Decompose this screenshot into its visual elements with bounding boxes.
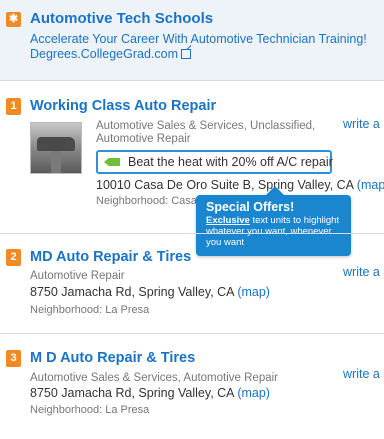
business-name-link[interactable]: Working Class Auto Repair [30,98,216,114]
neighborhood-text: Neighborhood: La Presa [30,304,150,316]
rank-badge: 3 [6,350,21,367]
divider [0,333,384,334]
address-street: 8750 Jamacha Rd, Spring Valley, CA [30,285,234,299]
neighborhood-text: Neighborhood: Casa [96,195,197,207]
tooltip-title: Special Offers! [206,200,295,214]
lift-graphic [51,151,61,173]
categories-text: Automotive Sales & Services, Unclassifie… [96,120,316,132]
categories-text-2: Automotive Repair [96,133,191,145]
address-street: 10010 Casa De Oro Suite B, Spring Valley… [96,178,354,192]
special-offers-tooltip: Special Offers! Exclusive text units to … [196,186,351,256]
sponsored-title-link[interactable]: Automotive Tech Schools [30,10,213,27]
map-link[interactable]: (map) [237,386,270,400]
tooltip-emphasis: Exclusive [206,215,250,226]
special-offer-box[interactable]: Beat the heat with 20% off A/C repair [96,150,333,174]
address-text: 8750 Jamacha Rd, Spring Valley, CA (map) [30,285,270,299]
address-text: 10010 Casa De Oro Suite B, Spring Valley… [96,178,384,192]
sponsored-url-text[interactable]: Degrees.CollegeGrad.com [30,47,178,61]
offer-text: Beat the heat with 20% off A/C repair [128,155,333,169]
address-street: 8750 Jamacha Rd, Spring Valley, CA [30,386,234,400]
write-review-link[interactable]: write a r [343,367,384,381]
map-link[interactable]: (map) [237,285,270,299]
divider [0,80,384,81]
external-link-icon [181,49,191,59]
sponsored-text-link[interactable]: Accelerate Your Career With Automotive T… [30,32,367,46]
categories-text: Automotive Sales & Services, Automotive … [30,372,279,384]
rank-badge: 2 [6,249,21,266]
sponsored-ad: ✱ Automotive Tech Schools Accelerate You… [0,0,384,80]
tooltip-body: Exclusive text units to highlight whatev… [206,215,341,248]
sponsored-url-link[interactable]: Degrees.CollegeGrad.com [30,47,191,61]
write-review-link[interactable]: write a r [343,265,384,279]
map-link[interactable]: (map) [357,178,384,192]
write-review-link[interactable]: write a r [343,117,384,131]
sponsored-star-icon: ✱ [6,12,21,27]
business-name-link[interactable]: M D Auto Repair & Tires [30,350,195,366]
divider [0,233,384,234]
business-name-link[interactable]: MD Auto Repair & Tires [30,249,191,265]
rank-badge: 1 [6,98,21,115]
business-photo[interactable] [30,122,82,174]
address-text: 8750 Jamacha Rd, Spring Valley, CA (map) [30,386,270,400]
offer-tag-icon [104,158,120,166]
neighborhood-text: Neighborhood: La Presa [30,404,150,416]
car-graphic [37,137,75,151]
categories-text: Automotive Repair [30,270,125,282]
